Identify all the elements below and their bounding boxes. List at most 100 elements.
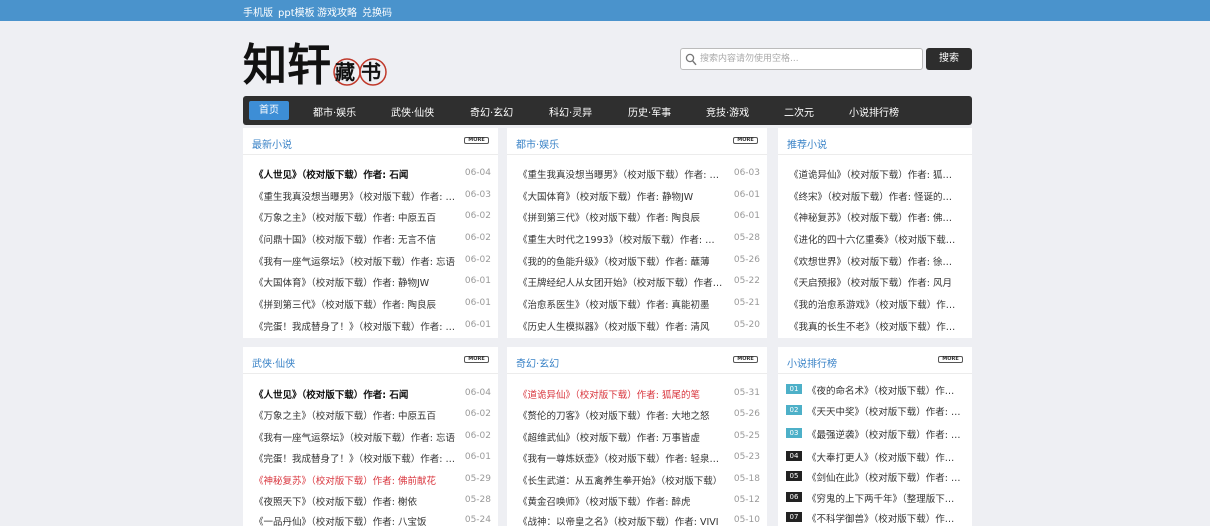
search-button[interactable]: 搜索 [926,48,972,70]
novel-link[interactable]: 《完蛋！我成替身了！》（校对版下载）作者: 半程 [254,319,459,333]
novel-link[interactable]: 《夜的命名术》（校对版下载）作者: 会说话的肘子 [807,383,962,397]
list-item: 《万象之主》（校对版下载）作者: 中原五百 06-02 [243,405,498,423]
panel-title[interactable]: 小说排行榜 [787,355,837,370]
novel-link[interactable]: 《超维武仙》（校对版下载）作者: 万事皆虚 [518,430,723,444]
more-button[interactable]: MORE [733,356,758,363]
novel-link[interactable]: 《王牌经纪人从女团开始》（校对版下载）作者: 午夜 [518,275,723,289]
panel-title[interactable]: 奇幻·玄幻 [516,355,559,370]
novel-link[interactable]: 《进化的四十六亿重奏》（校对版下载）作者: 远瞳 [789,232,961,246]
novel-link[interactable]: 《拼到第三代》（校对版下载）作者: 陶良辰 [518,210,723,224]
list-item: 《人世见》（校对版下载）作者: 石闻 06-04 [243,384,498,402]
novel-link[interactable]: 《道诡异仙》（校对版下载）作者: 狐尾的笔 [789,167,961,181]
novel-link[interactable]: 《重生我真没想当曝男》（校对版下载）作者: 小兵 [254,189,459,203]
novel-link[interactable]: 《剑仙在此》（校对版下载）作者: 乱世狂刀 [807,470,962,484]
update-date: 06-01 [464,452,491,462]
nav-item-home[interactable]: 首页 [249,101,289,120]
more-button[interactable]: MORE [464,137,489,144]
novel-link[interactable]: 《完蛋！我成替身了！》（校对版下载）作者: 半程 [254,451,459,465]
panel-recommended: 推荐小说 《道诡异仙》（校对版下载）作者: 狐尾的笔 《终宋》（校对版下载）作者… [778,128,972,338]
nav-item-scifi[interactable]: 科幻·灵异 [549,104,592,119]
novel-link[interactable]: 《我有一座气运祭坛》（校对版下载）作者: 忘语 [254,430,459,444]
update-date: 06-04 [464,168,491,178]
novel-link[interactable]: 《神秘复苏》（校对版下载）作者: 佛前献花 [254,473,459,487]
list-item: 《治愈系医生》（校对版下载）作者: 真能初墨 05-21 [507,294,767,312]
panel-wuxia: 武侠·仙侠 MORE 《人世见》（校对版下载）作者: 石闻 06-04 《万象之主… [243,347,498,526]
update-date: 05-10 [733,515,760,525]
novel-link[interactable]: 《人世见》（校对版下载）作者: 石闻 [254,167,459,181]
novel-link[interactable]: 《万象之主》（校对版下载）作者: 中原五百 [254,210,459,224]
more-button[interactable]: MORE [464,356,489,363]
novel-link[interactable]: 《我有一座气运祭坛》（校对版下载）作者: 忘语 [254,254,459,268]
novel-link[interactable]: 《万象之主》（校对版下载）作者: 中原五百 [254,408,459,422]
divider [778,154,972,155]
nav-item-history[interactable]: 历史·军事 [628,104,671,119]
nav-item-ranking[interactable]: 小说排行榜 [849,104,899,119]
update-date: 06-03 [733,168,760,178]
novel-link[interactable]: 《拼到第三代》（校对版下载）作者: 陶良辰 [254,297,459,311]
more-button[interactable]: MORE [733,137,758,144]
update-date: 05-31 [733,388,760,398]
top-link-mobile[interactable]: 手机版 [243,4,273,19]
novel-link[interactable]: 《神秘复苏》（校对版下载）作者: 佛前献花 [789,210,961,224]
novel-link[interactable]: 《历史人生模拟器》（校对版下载）作者: 清风 [518,319,723,333]
novel-link[interactable]: 《大奉打更人》（校对版下载）作者: 卖报小郎君 [807,450,962,464]
more-button[interactable]: MORE [938,356,963,363]
divider [243,154,498,155]
panel-title[interactable]: 都市·娱乐 [516,136,559,151]
list-item: 《重生我真没想当曝男》（校对版下载）作者: 小兵 06-03 [243,186,498,204]
panel-fantasy: 奇幻·玄幻 MORE 《道诡异仙》（校对版下载）作者: 狐尾的笔 05-31 《赘… [507,347,767,526]
panel-title[interactable]: 推荐小说 [787,136,827,151]
nav-item-games[interactable]: 竞技·游戏 [706,104,749,119]
list-item: 《赘伦的刀客》（校对版下载）作者: 大地之怒 05-26 [507,405,767,423]
search-input[interactable] [700,51,918,67]
nav-item-fantasy[interactable]: 奇幻·玄幻 [470,104,513,119]
list-item: 《黄金召唤师》（校对版下载）作者: 醉虎 05-12 [507,491,767,509]
novel-link[interactable]: 《终宋》（校对版下载）作者: 怪诞的表哥 [789,189,961,203]
panel-title[interactable]: 武侠·仙侠 [252,355,295,370]
novel-link[interactable]: 《战神：以帝皇之名》（校对版下载）作者: VIVI [518,514,723,526]
novel-link[interactable]: 《一品丹仙》（校对版下载）作者: 八宝饭 [254,514,459,526]
novel-link[interactable]: 《天启预报》（校对版下载）作者: 风月 [789,275,961,289]
novel-link[interactable]: 《大国体育》（校对版下载）作者: 静物JW [518,189,723,203]
list-item: 《道诡异仙》（校对版下载）作者: 狐尾的笔 [778,164,972,182]
search-box [680,48,923,70]
novel-link[interactable]: 《天天中奖》（校对版下载）作者: 天子 [807,404,962,418]
novel-link[interactable]: 《欢想世界》（校对版下载）作者: 徐公子胜治 [789,254,961,268]
novel-link[interactable]: 《赘伦的刀客》（校对版下载）作者: 大地之怒 [518,408,723,422]
list-item: 《我真的长生不老》（校对版下载）作者: 冷言 [778,316,972,334]
novel-link[interactable]: 《重生我真没想当曝男》（校对版下载）作者: 小兵 [518,167,723,181]
top-link-game-guide[interactable]: 游戏攻略 [317,4,357,19]
novel-link[interactable]: 《治愈系医生》（校对版下载）作者: 真能初墨 [518,297,723,311]
novel-link[interactable]: 《不科学御兽》（校对版下载）作者: 轻泉流响 [807,511,962,525]
novel-link[interactable]: 《我的的鱼能升级》（校对版下载）作者: 蘸薄 [518,254,723,268]
novel-link[interactable]: 《重生大时代之1993》（校对版下载）作者: 小楼 [518,232,723,246]
novel-link[interactable]: 《大国体育》（校对版下载）作者: 静物JW [254,275,459,289]
novel-link[interactable]: 《长生武道：从五禽养生拳开始》（校对版下载） [518,473,723,487]
ranking-item: 04 《大奉打更人》（校对版下载）作者: 卖报小郎君 [778,447,972,465]
top-link-ppt[interactable]: ppt模板 [278,4,315,19]
novel-link[interactable]: 《我有一尊炼妖壶》（校对版下载）作者: 轻泉流响 [518,451,723,465]
list-item: 《夜照天下》（校对版下载）作者: 榭依 05-28 [243,491,498,509]
nav-item-wuxia[interactable]: 武侠·仙侠 [391,104,434,119]
top-link-redeem-code[interactable]: 兑换码 [362,4,392,19]
list-item: 《完蛋！我成替身了！》（校对版下载）作者: 半程 06-01 [243,448,498,466]
update-date: 05-22 [733,276,760,286]
novel-link[interactable]: 《我的治愈系游戏》（校对版下载）作者: 我会修空调 [789,297,961,311]
list-item: 《道诡异仙》（校对版下载）作者: 狐尾的笔 05-31 [507,384,767,402]
novel-link[interactable]: 《最强逆袭》（校对版下载）作者: 第一神 [807,427,962,441]
novel-link[interactable]: 《穷鬼的上下两千年》（整理版下载） [807,491,962,505]
novel-link[interactable]: 《我真的长生不老》（校对版下载）作者: 冷言 [789,319,961,333]
novel-link[interactable]: 《道诡异仙》（校对版下载）作者: 狐尾的笔 [518,387,723,401]
list-item: 《我有一座气运祭坛》（校对版下载）作者: 忘语 06-02 [243,251,498,269]
main-nav: 首页 都市·娱乐 武侠·仙侠 奇幻·玄幻 科幻·灵异 历史·军事 竞技·游戏 二… [243,96,972,125]
novel-link[interactable]: 《问鼎十国》（校对版下载）作者: 无言不信 [254,232,459,246]
novel-link[interactable]: 《夜照天下》（校对版下载）作者: 榭依 [254,494,459,508]
novel-link[interactable]: 《人世见》（校对版下载）作者: 石闻 [254,387,459,401]
panel-title[interactable]: 最新小说 [252,136,292,151]
list-item: 《长生武道：从五禽养生拳开始》（校对版下载） 05-18 [507,470,767,488]
update-date: 06-01 [733,211,760,221]
site-logo[interactable]: 知轩 藏书 [243,34,393,92]
nav-item-urban[interactable]: 都市·娱乐 [313,104,356,119]
novel-link[interactable]: 《黄金召唤师》（校对版下载）作者: 醉虎 [518,494,723,508]
nav-item-acg[interactable]: 二次元 [784,104,814,119]
